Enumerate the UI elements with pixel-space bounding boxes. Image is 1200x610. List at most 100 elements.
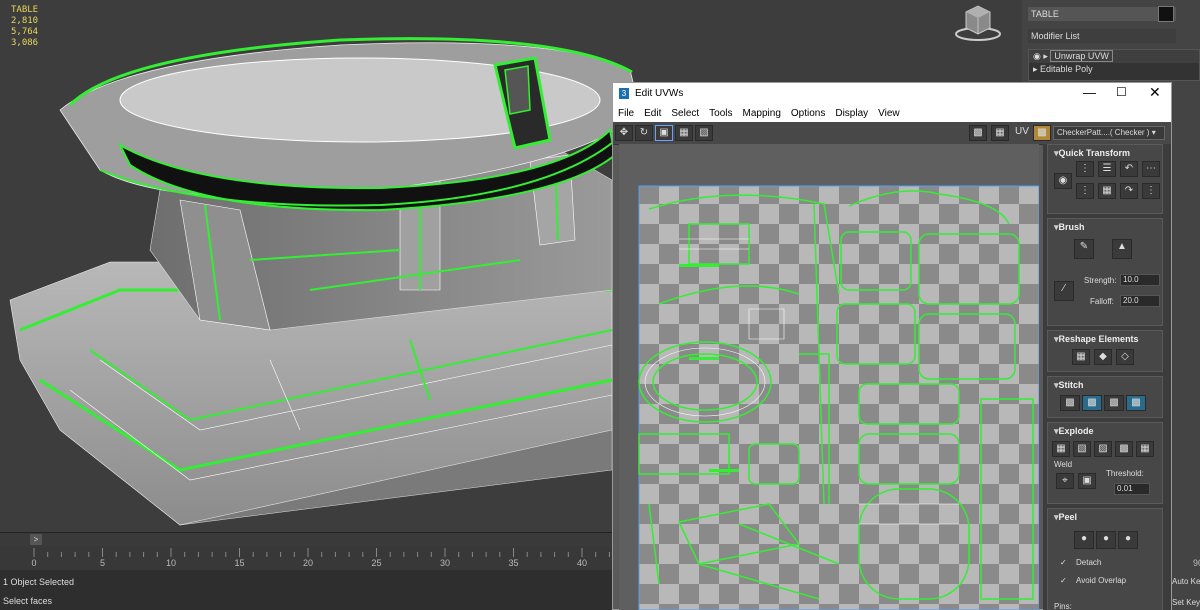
- menu-options[interactable]: Options: [786, 105, 830, 122]
- ruler-tick-label: 5: [99, 558, 106, 568]
- stitch-custom-icon[interactable]: ▩: [1060, 395, 1080, 411]
- modifier-stack[interactable]: ◉ ▸ Unwrap UVW ▸ Editable Poly: [1028, 49, 1200, 81]
- mirror-icon[interactable]: ▧: [695, 125, 713, 141]
- object-color-swatch[interactable]: [1158, 6, 1174, 22]
- texture-dropdown[interactable]: CheckerPatt....( Checker ) ▾: [1053, 126, 1165, 140]
- ruler-tick-label: 25: [371, 558, 382, 568]
- threshold-spinner[interactable]: 0.01: [1114, 483, 1150, 495]
- viewport-statistics: TABLE 2,810 5,764 3,086: [11, 5, 38, 49]
- uv-space-label[interactable]: UV: [1015, 126, 1029, 137]
- menu-view[interactable]: View: [873, 105, 905, 122]
- ruler-tick-label: 0: [31, 558, 37, 568]
- expand-icon[interactable]: ▸: [1043, 51, 1048, 61]
- rollout-reshape-elements: Reshape Elements ▦ ◆ ◇: [1047, 330, 1163, 372]
- relax-cube-icon[interactable]: ◇: [1116, 349, 1134, 365]
- align-v-icon[interactable]: ⋮: [1142, 183, 1160, 199]
- rollout-title-brush[interactable]: Brush: [1048, 219, 1162, 233]
- object-name-field[interactable]: TABLE: [1028, 7, 1176, 21]
- stats-value-2: 5,764: [11, 27, 39, 37]
- close-icon[interactable]: ✕: [1149, 84, 1161, 101]
- stitch-target-icon[interactable]: ▩: [1082, 395, 1102, 411]
- window-title-bar[interactable]: 3 Edit UVWs — ☐ ✕: [613, 83, 1171, 105]
- chevron-down-icon: ▾: [1151, 128, 1156, 137]
- track-bar[interactable]: 051015202530354045: [0, 546, 656, 570]
- checker-icon[interactable]: ▦: [991, 125, 1009, 141]
- uv-rollout-panel: Quick Transform ◉ ⋮ ☰ ↶ ⋯ ⋮ ▦ ↷ ⋮ Brush …: [1043, 144, 1171, 610]
- time-slider-handle[interactable]: >: [30, 534, 42, 545]
- stitch-average-icon[interactable]: ▩: [1104, 395, 1124, 411]
- freeform-icon[interactable]: ▦: [675, 125, 693, 141]
- uv-menu-bar: File Edit Select Tools Mapping Options Display…: [613, 105, 1171, 122]
- rotate-icon[interactable]: ↻: [635, 125, 653, 141]
- uv-layout-view: [619, 144, 1039, 610]
- rollout-title-stitch[interactable]: Stitch: [1048, 377, 1162, 391]
- straighten-selection-icon[interactable]: ◆: [1094, 349, 1112, 365]
- stack-item-unwrap[interactable]: ◉ ▸ Unwrap UVW: [1029, 50, 1199, 63]
- ruler-tick-label: 10: [165, 558, 177, 568]
- rollout-title-quick-transform[interactable]: Quick Transform: [1048, 145, 1162, 159]
- pivot-icon[interactable]: ◉: [1054, 173, 1072, 189]
- ruler-ticks: [33, 548, 610, 557]
- avoid-overlap-label: Avoid Overlap: [1076, 576, 1127, 585]
- stats-value-1: 2,810: [11, 16, 39, 26]
- expand-icon[interactable]: ▸: [1033, 64, 1038, 74]
- show-map-icon[interactable]: ▩: [969, 125, 987, 141]
- rollout-title-peel[interactable]: Peel: [1048, 509, 1162, 523]
- rollout-quick-transform: Quick Transform ◉ ⋮ ☰ ↶ ⋯ ⋮ ▦ ↷ ⋮: [1047, 144, 1163, 214]
- menu-mapping[interactable]: Mapping: [738, 105, 786, 122]
- prompt-line: Select faces: [3, 596, 53, 606]
- reset-peel-icon[interactable]: ●: [1118, 531, 1138, 549]
- align-h-icon[interactable]: ⋯: [1142, 161, 1160, 177]
- falloff-spinner[interactable]: 20.0: [1120, 295, 1160, 307]
- stack-item-editable-poly[interactable]: ▸ Editable Poly: [1029, 63, 1199, 76]
- align-horizontal-icon[interactable]: ⋮: [1076, 161, 1094, 177]
- minimize-icon[interactable]: —: [1083, 85, 1096, 100]
- quick-peel-icon[interactable]: ●: [1074, 531, 1094, 549]
- viewcube-icon[interactable]: [950, 2, 1006, 42]
- time-slider[interactable]: >: [0, 532, 612, 547]
- brush-line-icon[interactable]: ⁄: [1054, 281, 1074, 301]
- relax-brush-icon[interactable]: ▲: [1112, 239, 1132, 259]
- menu-file[interactable]: File: [613, 105, 639, 122]
- explode-material-icon[interactable]: ▦: [1136, 441, 1154, 457]
- rollout-stitch: Stitch ▩ ▩ ▩ ▩: [1047, 376, 1163, 418]
- straighten-icon[interactable]: ▦: [1098, 183, 1116, 199]
- space-horizontal-icon[interactable]: ☰: [1098, 161, 1116, 177]
- texture-swatch-icon[interactable]: ▩: [1033, 125, 1051, 141]
- menu-tools[interactable]: Tools: [704, 105, 737, 122]
- scale-icon[interactable]: ▣: [655, 125, 673, 141]
- texture-dropdown-label: CheckerPatt....( Checker ): [1057, 128, 1150, 137]
- auto-key-button[interactable]: Auto Key: [1172, 577, 1200, 586]
- stitch-source-icon[interactable]: ▩: [1126, 395, 1146, 411]
- explode-smoothing-icon[interactable]: ▩: [1115, 441, 1133, 457]
- avoid-overlap-checkbox[interactable]: ✓: [1060, 577, 1068, 585]
- set-key-button[interactable]: Set Key: [1172, 598, 1200, 607]
- detach-checkbox[interactable]: ✓: [1060, 559, 1068, 567]
- rotate-cw-icon[interactable]: ↷: [1120, 183, 1138, 199]
- move-icon[interactable]: ✥: [615, 125, 633, 141]
- maximize-icon[interactable]: ☐: [1116, 85, 1127, 99]
- break-icon[interactable]: ▦: [1052, 441, 1070, 457]
- peel-mode-icon[interactable]: ●: [1096, 531, 1116, 549]
- rollout-title-explode[interactable]: Explode: [1048, 423, 1162, 437]
- rollout-title-reshape[interactable]: Reshape Elements: [1048, 331, 1162, 345]
- rotate-ccw-icon[interactable]: ↶: [1120, 161, 1138, 177]
- weld-label: Weld: [1054, 460, 1073, 469]
- detach-edge-icon[interactable]: ▧: [1073, 441, 1091, 457]
- eye-icon[interactable]: ◉: [1033, 51, 1041, 61]
- align-vertical-icon[interactable]: ⋮: [1076, 183, 1094, 199]
- grid-reshape-icon[interactable]: ▦: [1072, 349, 1090, 365]
- menu-select[interactable]: Select: [666, 105, 704, 122]
- weld-target-icon[interactable]: ⌖: [1056, 473, 1074, 489]
- modifier-list-dropdown[interactable]: Modifier List: [1028, 29, 1176, 43]
- uv-edit-canvas[interactable]: [619, 144, 1039, 610]
- flatten-icon[interactable]: ▨: [1094, 441, 1112, 457]
- weld-selected-icon[interactable]: ▣: [1078, 473, 1096, 489]
- 3dsmax-app-icon: 3: [619, 88, 629, 99]
- edit-uvws-window[interactable]: 3 Edit UVWs — ☐ ✕ File Edit Select Tools Map…: [612, 82, 1172, 610]
- paint-brush-icon[interactable]: ✎: [1074, 239, 1094, 259]
- strength-spinner[interactable]: 10.0: [1120, 274, 1160, 286]
- menu-display[interactable]: Display: [830, 105, 873, 122]
- falloff-label: Falloff:: [1090, 297, 1114, 306]
- menu-edit[interactable]: Edit: [639, 105, 666, 122]
